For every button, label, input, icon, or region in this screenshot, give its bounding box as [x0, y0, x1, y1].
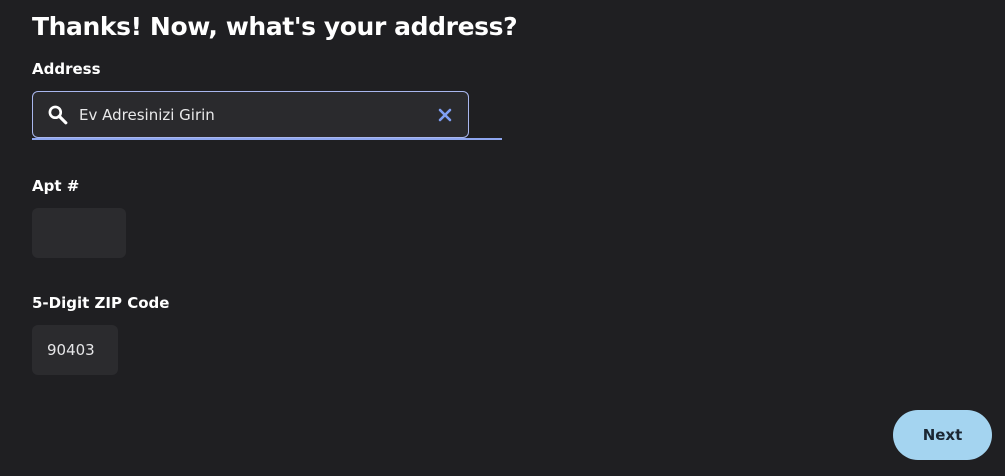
zip-input[interactable] [47, 333, 107, 367]
address-input[interactable] [79, 98, 419, 131]
zip-field[interactable] [32, 325, 118, 375]
address-focus-underline [32, 138, 502, 140]
apt-input[interactable] [47, 216, 113, 250]
address-field[interactable] [32, 91, 469, 138]
apt-label: Apt # [32, 177, 80, 195]
zip-label: 5-Digit ZIP Code [32, 294, 170, 312]
apt-field[interactable] [32, 208, 126, 258]
close-icon[interactable] [436, 106, 454, 124]
address-label: Address [32, 60, 101, 78]
address-form-page: Thanks! Now, what's your address? Addres… [0, 0, 1005, 476]
next-button[interactable]: Next [893, 410, 992, 460]
page-title: Thanks! Now, what's your address? [32, 12, 518, 41]
search-icon [48, 105, 68, 125]
